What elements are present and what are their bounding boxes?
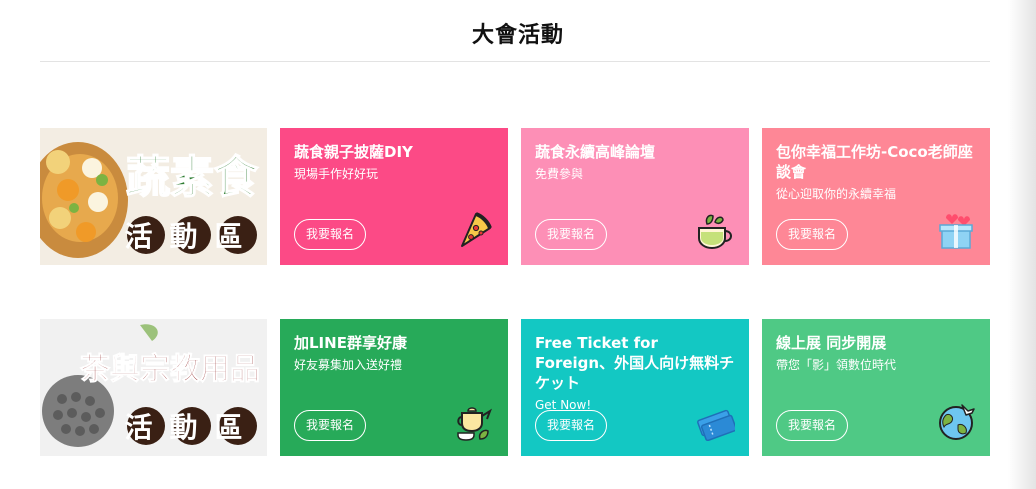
ticket-icon — [697, 409, 735, 441]
register-button[interactable]: 我要報名 — [535, 219, 608, 250]
page-title: 大會活動 — [471, 23, 564, 48]
gift-box-icon — [939, 214, 973, 249]
card-subtitle: 免費參與 — [535, 167, 584, 181]
card-title: 包你幸福工作坊-Coco老師座談會 — [776, 143, 973, 181]
pizza-icon — [461, 212, 492, 247]
event-card-free-ticket[interactable]: Free Ticket for Foreign、外国人向け無料チケット Get … — [521, 319, 749, 456]
card-subtitle: 從心迎取你的永續幸福 — [776, 187, 897, 201]
banner-sub-text: 活動區 — [124, 411, 259, 444]
card-title: 線上展 同步開展 — [776, 334, 887, 352]
card-subtitle: 現場手作好好玩 — [294, 167, 379, 181]
card-title: Free Ticket for Foreign、外国人向け無料チケット — [535, 334, 735, 392]
event-card-online-exhibition[interactable]: 線上展 同步開展 帶您「影」領數位時代 我要報名 — [762, 319, 990, 456]
card-title: 蔬食親子披薩DIY — [294, 143, 413, 161]
banner-main-text: 茶與宗教用品 — [80, 352, 260, 387]
tea-religion-banner[interactable]: 茶與宗教用品 活動區 — [40, 319, 267, 456]
card-title: 蔬食永續高峰論壇 — [535, 143, 656, 161]
event-card-summit-forum[interactable]: 蔬食永續高峰論壇 免費參與 我要報名 — [521, 128, 749, 265]
banner-sub-text: 活動區 — [124, 220, 259, 253]
event-card-happiness-workshop[interactable]: 包你幸福工作坊-Coco老師座談會 從心迎取你的永續幸福 我要報名 — [762, 128, 990, 265]
register-button[interactable]: 我要報名 — [776, 219, 849, 250]
register-button[interactable]: 我要報名 — [776, 410, 849, 441]
event-card-pizza-diy[interactable]: 蔬食親子披薩DIY 現場手作好好玩 我要報名 — [280, 128, 508, 265]
event-card-line-group[interactable]: 加LINE群享好康 好友募集加入送好禮 我要報名 — [280, 319, 508, 456]
teapot-icon — [457, 407, 492, 441]
page-scroll-shadow — [1008, 0, 1036, 489]
globe-plane-icon — [939, 404, 975, 440]
register-button[interactable]: 我要報名 — [535, 410, 608, 441]
card-subtitle: 帶您「影」領數位時代 — [776, 358, 897, 372]
tea-cup-icon — [698, 214, 732, 250]
banner-main-text: 蔬素食 — [126, 152, 259, 203]
register-button[interactable]: 我要報名 — [294, 410, 367, 441]
register-button[interactable]: 我要報名 — [294, 219, 367, 250]
card-subtitle: 好友募集加入送好禮 — [294, 358, 403, 372]
veg-food-banner[interactable]: 蔬素食 活動區 — [40, 128, 267, 265]
title-divider — [40, 61, 990, 62]
card-title: 加LINE群享好康 — [294, 334, 407, 352]
